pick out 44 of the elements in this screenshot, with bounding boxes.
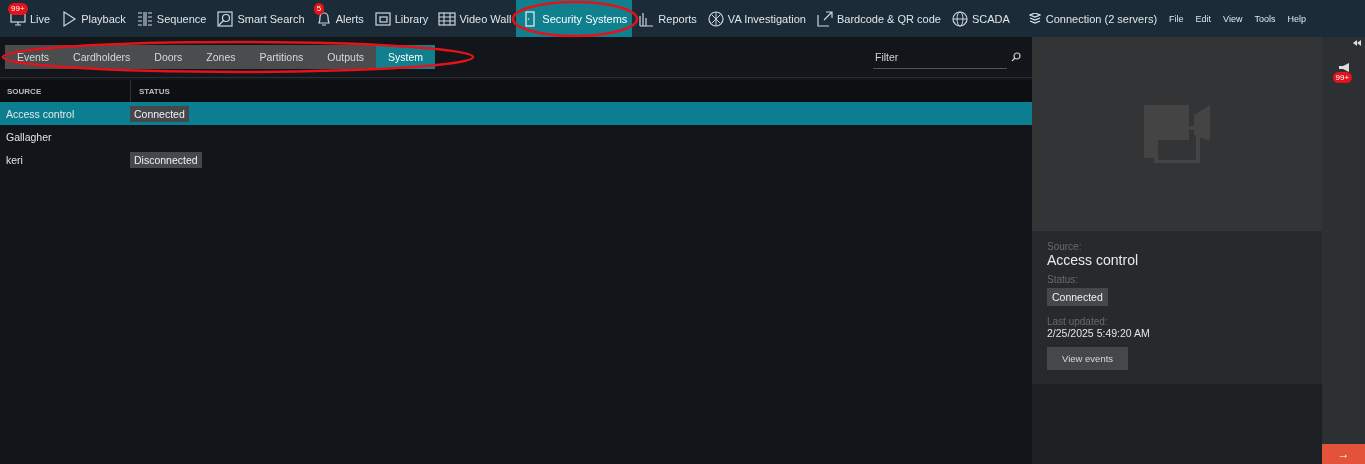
nav-tab[interactable]: Bardcode & QR code [810,0,946,37]
arrow-button[interactable]: → [1322,444,1365,464]
nav-tab[interactable]: VA Investigation [701,0,811,37]
menu-item[interactable]: Help [1281,13,1312,24]
nav-tab[interactable]: Reports [632,0,702,37]
sub-tab[interactable]: Outputs [315,45,377,69]
nav-tab[interactable]: Playback [55,0,131,37]
view-events-button[interactable]: View events [1047,347,1129,370]
nav-tab[interactable]: Video Wall [433,0,517,37]
nav-tab[interactable]: Alerts 5 [309,0,369,37]
sub-tab[interactable]: Cardholders [61,45,143,69]
status-tag: Connected [1047,288,1108,306]
menu-item[interactable]: File [1163,13,1190,24]
status-tag: Disconnected [130,151,202,168]
menu-item[interactable]: Tools [1248,13,1282,24]
count-badge: 5 [313,3,325,15]
menu-item[interactable]: Edit [1189,13,1218,24]
source-value: Access control [1047,252,1139,268]
table-row[interactable]: Access control Connected [0,102,1032,125]
count-badge: 99+ [1332,72,1353,83]
sub-tab[interactable]: Doors [142,45,195,69]
field-label: Last updated: [1047,316,1108,327]
nav-tab[interactable]: Smart Search [211,0,310,37]
source-cell-text: keri [5,153,24,166]
source-cell-text: Access control [5,107,76,120]
nav-tab[interactable]: Library [368,0,434,37]
sub-tab[interactable]: Events [5,45,62,69]
nav-tab[interactable]: Live 99+ [4,0,56,37]
table-row[interactable]: keri Disconnected [0,148,1032,171]
sub-tab[interactable]: Zones [194,45,248,69]
count-badge: 99+ [8,3,28,15]
filter-field[interactable]: Filter [873,45,1007,69]
field-label: Status: [1047,274,1079,285]
nav-tab[interactable]: Sequence [130,0,212,37]
column-header[interactable]: STATUS [131,86,170,96]
table-row[interactable]: Gallagher [0,125,1032,148]
field-label: Source: [1047,241,1082,252]
status-tag: Connected [130,105,189,122]
sub-tab[interactable]: Partitions [247,45,316,69]
source-cell-text: Gallagher [5,130,53,143]
connection-status[interactable]: Connection (2 servers) [1028,0,1158,37]
nav-tab[interactable]: SCADA [945,0,1015,37]
updated-value: 2/25/2025 5:49:20 AM [1047,327,1150,339]
menu-item[interactable]: View [1217,13,1249,24]
